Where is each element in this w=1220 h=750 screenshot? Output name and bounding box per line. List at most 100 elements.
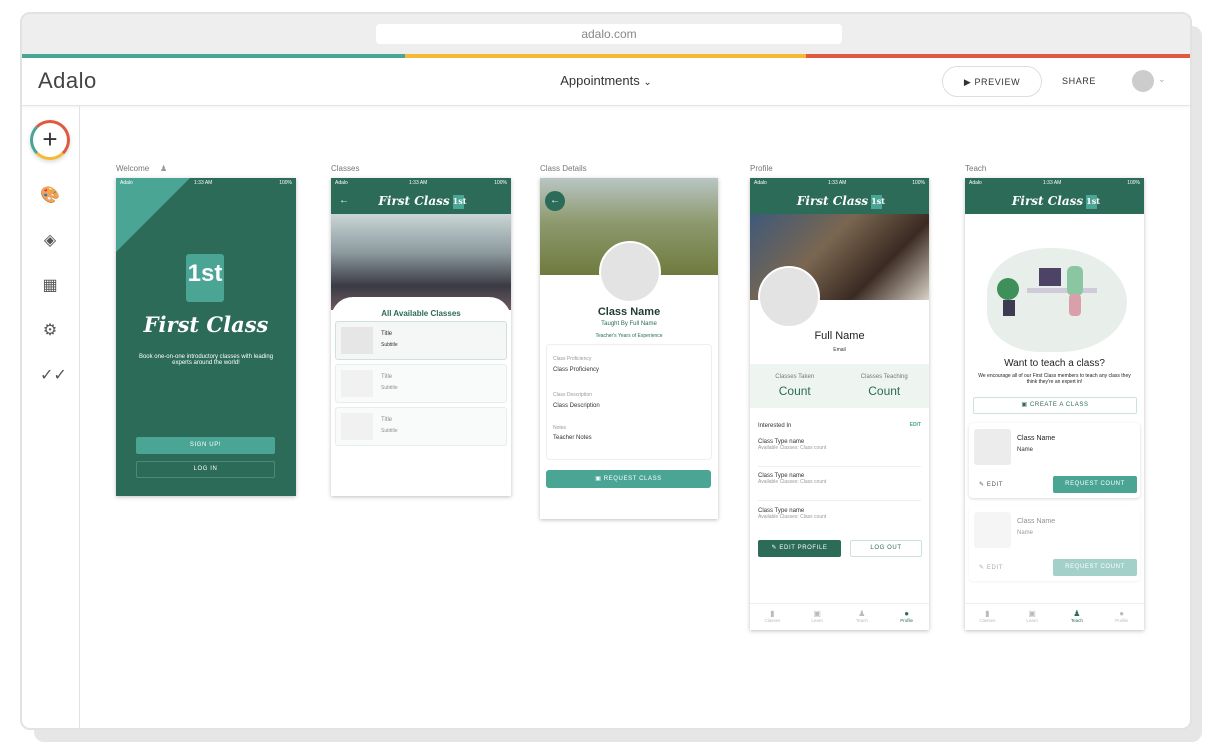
screen-profile[interactable]: Adalo 1:33 AM 100% First Class 1st Full Nam… [750,178,929,630]
sign-up-button[interactable]: SIGN UP! [136,437,275,454]
back-arrow-icon[interactable]: ← [545,191,565,211]
preview-button[interactable]: ▶ PREVIEW [942,66,1042,97]
field-value: Class Description [553,403,600,409]
item-subtitle: Subtitle [381,342,398,348]
image-placeholder-icon [341,370,373,397]
field-label: Notes [553,425,567,431]
users-icon: ♟ [160,164,168,173]
tab-teach[interactable]: ♟ Teach [840,604,885,630]
share-button[interactable]: SHARE [1062,76,1096,86]
book-icon: ▣ [813,609,821,618]
teaching-illustration [987,248,1127,352]
stat-value: Count [778,384,811,398]
tab-profile[interactable]: ● Profile [884,604,929,630]
screen-teach[interactable]: Adalo 1:33 AM 100% First Class 1st Want to … [965,178,1144,630]
tab-teach[interactable]: ♟ Teach [1055,604,1100,630]
account-circle-icon: ● [904,609,910,618]
tab-profile[interactable]: ● Profile [1099,604,1144,630]
stats-band: Classes Taken Count Classes Teaching Cou… [750,364,929,408]
class-sub: Name [1017,447,1034,453]
database-icon[interactable]: ▦ [40,276,60,296]
screen-label-teach[interactable]: Teach [965,164,986,173]
create-class-button[interactable]: ▣ CREATE A CLASS [973,397,1137,414]
request-class-label: REQUEST CLASS [603,476,662,482]
tab-classes[interactable]: ▮ Classes [750,604,795,630]
edit-profile-button[interactable]: ✎ EDIT PROFILE [758,540,841,557]
browser-chrome: adalo.com [22,14,1190,54]
edit-interests-link[interactable]: EDIT [910,422,921,428]
class-card[interactable]: Class Name Name ✎ EDIT REQUEST COUNT [969,506,1140,581]
chevron-down-icon[interactable]: ⌄ [1158,74,1166,85]
stat-label: Classes Teaching [860,374,908,380]
log-out-button[interactable]: LOG OUT [850,540,922,557]
screen-welcome[interactable]: Adalo 1:33 AM 100% 1st First Class Book on… [116,178,296,496]
teach-text: We encourage all of our First Class memb… [978,373,1131,385]
teach-icon: ♟ [858,609,866,618]
experience: Teacher's Years of Experience [595,333,663,339]
interested-in-label: Interested In [758,423,792,429]
gear-icon[interactable]: ⚙ [40,321,60,341]
layers-icon[interactable]: ◈ [40,231,60,251]
pencil-icon: ✎ [979,565,985,571]
tab-learn[interactable]: ▣ Learn [795,604,840,630]
app-name: Appointments [560,73,640,88]
screen-label-classes[interactable]: Classes [331,164,359,173]
account-circle-icon: ● [1119,609,1125,618]
calendar-icon: ▣ [1021,402,1028,408]
image-placeholder-icon [974,429,1011,465]
list-item[interactable]: Title Subtitle [335,364,507,403]
image-placeholder-icon [341,327,373,354]
request-class-button[interactable]: ▣ REQUEST CLASS [546,470,711,488]
top-bar: First Class 1st [965,188,1144,214]
bookmark-icon: ▮ [985,609,990,618]
item-title: Title [381,374,393,380]
tab-classes[interactable]: ▮ Classes [965,604,1010,630]
user-avatar-icon[interactable] [1132,70,1154,92]
image-placeholder-icon [341,413,373,440]
screen-class-details[interactable]: ← Class Name Taught By Full Name Teacher… [540,178,718,519]
screen-classes[interactable]: Adalo 1:33 AM 100% First Class 1st ← All Av… [331,178,511,496]
class-name: Class Name [597,306,661,318]
field-label: Class Description [553,392,592,398]
back-arrow-icon[interactable]: ← [339,195,349,206]
app-header: Adalo Appointments ⌄ ▶ PREVIEW SHARE ⌄ [22,58,1190,106]
field-value: Teacher Notes [553,435,592,441]
screen-label-welcome[interactable]: Welcome [116,164,149,173]
edit-button[interactable]: ✎ EDIT [979,564,1003,571]
check-all-icon[interactable]: ✓✓ [40,366,67,386]
list-item[interactable]: Class Type name Available Classes: Class … [758,439,921,467]
class-sub: Name [1017,530,1034,536]
image-placeholder-icon [974,512,1011,548]
teach-icon: ♟ [1073,609,1081,618]
palette-icon[interactable]: 🎨 [40,186,60,206]
details-card: Class Proficiency Class Proficiency Clas… [546,344,712,460]
calendar-icon: ▣ [595,476,602,482]
brand-title: First Class [143,312,269,337]
tab-bar: ▮ Classes ▣ Learn ♟ Teach ● Profile [965,603,1144,630]
tab-learn[interactable]: ▣ Learn [1010,604,1055,630]
edit-button[interactable]: ✎ EDIT [979,481,1003,488]
screen-label-profile[interactable]: Profile [750,164,773,173]
avatar-placeholder-icon [599,241,661,303]
status-bar: Adalo 1:33 AM 100% [965,178,1144,188]
teach-title: Want to teach a class? [1004,358,1105,369]
class-card[interactable]: Class Name Name ✎ EDIT REQUEST COUNT [969,423,1140,498]
pencil-icon: ✎ [979,482,985,488]
list-item[interactable]: Class Type name Available Classes: Class … [758,508,921,536]
list-item[interactable]: Class Type name Available Classes: Class … [758,473,921,501]
status-bar: Adalo 1:33 AM 100% [750,178,929,188]
log-in-button[interactable]: LOG IN [136,461,275,478]
screen-label-details[interactable]: Class Details [540,164,587,173]
list-item[interactable]: Title Subtitle [335,407,507,446]
status-bar: Adalo 1:33 AM 100% [120,180,292,186]
class-name: Class Name [1017,518,1056,525]
list-item[interactable]: Title Subtitle [335,321,507,360]
avatar-placeholder-icon [758,266,820,328]
add-icon[interactable]: + [30,120,70,160]
stat-label: Classes Taken [775,374,815,380]
request-count-button[interactable]: REQUEST COUNT [1053,559,1137,576]
url-bar[interactable]: adalo.com [376,24,842,44]
field-label: Class Proficiency [553,356,592,362]
request-count-button[interactable]: REQUEST COUNT [1053,476,1137,493]
brand-badge-icon: 1st [186,254,224,302]
